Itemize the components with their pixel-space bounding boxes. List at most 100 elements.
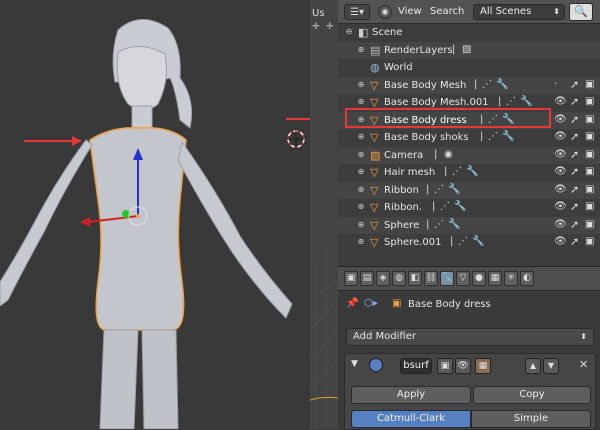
outliner-row[interactable]: ◍ World: [338, 59, 600, 77]
render-camera-icon[interactable]: ▣: [585, 184, 594, 195]
expand-toggle-icon[interactable]: ⊕: [356, 185, 366, 195]
viewport-canvas: [0, 19, 310, 429]
expand-toggle-icon[interactable]: ⊕: [356, 237, 366, 247]
expand-toggle-icon[interactable]: ⊕: [356, 45, 366, 55]
outliner-row[interactable]: ⊕ ▨ Camera | ◉ 👁 ➚ ▣: [338, 146, 600, 164]
render-camera-icon[interactable]: ▣: [585, 201, 594, 212]
expand-toggle-icon[interactable]: ⊕: [356, 132, 366, 142]
search-icon[interactable]: 🔍: [569, 3, 593, 21]
expand-toggle-icon[interactable]: ⊕: [356, 202, 366, 212]
tab-world-icon[interactable]: ◍: [392, 271, 406, 286]
render-camera-icon[interactable]: ▣: [585, 219, 594, 230]
expand-toggle-icon[interactable]: ⊕: [356, 167, 366, 177]
display-mode-icon[interactable]: ◉: [378, 5, 392, 19]
mesh-data-icon: ⋰: [458, 236, 468, 247]
tab-modifier-icon[interactable]: 🔧: [440, 271, 454, 286]
outliner-row[interactable]: ⊕ ▽ Base Body Mesh.001 | ⋰ 🔧 👁 ➚ ▣: [338, 94, 600, 112]
outliner-row[interactable]: ⊕ ▽ Sphere | ⋰ 🔧 👁 ➚ ▣: [338, 216, 600, 234]
expand-toggle-icon[interactable]: ⊕: [356, 150, 366, 160]
visibility-eye-icon[interactable]: 👁: [554, 131, 567, 142]
tab-constraint-icon[interactable]: ⛓: [424, 271, 438, 286]
pin-icon[interactable]: 📌: [346, 298, 358, 309]
outliner-row[interactable]: ⊕ ▤ RenderLayers | ▧: [338, 41, 600, 59]
select-cursor-icon[interactable]: ➚: [570, 78, 579, 91]
modifier-panel: ▼ bsurf ▣ 👁 ▦ ▲ ▼ ✕ Apply Copy Catmull-C…: [344, 353, 596, 430]
tab-render-icon[interactable]: ▣: [344, 271, 358, 286]
editor-type-button[interactable]: ☰▾: [344, 4, 370, 20]
editmode-toggle-icon[interactable]: ▦: [475, 358, 491, 374]
collapse-triangle-icon[interactable]: ▼: [351, 359, 358, 369]
render-camera-icon[interactable]: ▣: [585, 236, 594, 247]
outliner-row[interactable]: ⊕ ▽ Sphere.001 | ⋰ 🔧 👁 ➚ ▣: [338, 234, 600, 252]
render-camera-icon[interactable]: ▣: [585, 96, 594, 107]
select-cursor-icon[interactable]: ➚: [570, 95, 579, 108]
visibility-eye-icon[interactable]: 👁: [554, 184, 567, 195]
copy-button[interactable]: Copy: [473, 386, 591, 404]
render-camera-icon[interactable]: ▣: [585, 79, 594, 90]
tab-layers-icon[interactable]: ▤: [360, 271, 374, 286]
render-camera-icon[interactable]: ▣: [585, 114, 594, 125]
visibility-eye-icon[interactable]: 👁: [554, 166, 567, 177]
select-cursor-icon[interactable]: ➚: [570, 200, 579, 213]
select-cursor-icon[interactable]: ➚: [570, 148, 579, 161]
select-cursor-icon[interactable]: ➚: [570, 235, 579, 248]
gizmo-x-arrow[interactable]: [80, 217, 90, 227]
select-cursor-icon[interactable]: ➚: [570, 183, 579, 196]
render-toggle-icon[interactable]: ▣: [437, 358, 453, 374]
3d-viewport[interactable]: [0, 0, 310, 429]
modifier-name-field[interactable]: bsurf: [400, 358, 432, 374]
properties-panel[interactable]: ▣ ▤ ◈ ◍ ◧ ⛓ 🔧 ▽ ● ▦ ✳ ◐ 📌 ⬡▸ ▣ Base Body…: [338, 266, 600, 430]
tab-material-icon[interactable]: ●: [472, 271, 486, 286]
expand-toggle-icon[interactable]: ⊕: [356, 115, 366, 125]
render-camera-icon[interactable]: ▣: [585, 131, 594, 142]
visibility-eye-icon[interactable]: 👁: [554, 219, 567, 230]
simple-toggle[interactable]: Simple: [471, 410, 591, 428]
render-camera-icon[interactable]: ▣: [585, 149, 594, 160]
visibility-eye-icon[interactable]: 👁: [554, 201, 567, 212]
tab-texture-icon[interactable]: ▦: [488, 271, 502, 286]
expand-toggle-icon[interactable]: [356, 62, 366, 72]
visibility-eye-icon[interactable]: 👁: [554, 96, 567, 107]
secondary-view-strip[interactable]: Us ✛ ✛: [310, 0, 338, 429]
move-down-icon[interactable]: ▼: [543, 358, 559, 374]
outliner-row[interactable]: ⊕ ▽ Base Body dress | ⋰ 🔧 👁 ➚ ▣: [338, 111, 600, 129]
visibility-eye-icon[interactable]: 👁: [554, 149, 567, 160]
outliner-row[interactable]: ⊕ ▽ Ribbon | ⋰ 🔧 👁 ➚ ▣: [338, 181, 600, 199]
outliner-item-label: Ribbon.: [384, 202, 423, 213]
tab-object-icon[interactable]: ◧: [408, 271, 422, 286]
add-modifier-select[interactable]: Add Modifier ⬍: [346, 328, 594, 346]
visibility-eye-icon[interactable]: ·: [554, 79, 557, 90]
outliner-row[interactable]: ⊖ ◧ Scene: [338, 24, 600, 42]
menu-view[interactable]: View: [398, 6, 422, 17]
close-icon[interactable]: ✕: [579, 358, 588, 371]
outliner-row[interactable]: ⊕ ▽ Base Body Mesh | ⋰ 🔧 · ➚ ▣: [338, 76, 600, 94]
scene-filter-select[interactable]: All Scenes ⬍: [473, 4, 565, 20]
outliner-row[interactable]: ⊕ ▽ Base Body shoks | ⋰ 🔧 👁 ➚ ▣: [338, 129, 600, 147]
apply-button[interactable]: Apply: [351, 386, 471, 404]
select-cursor-icon[interactable]: ➚: [570, 113, 579, 126]
tab-data-icon[interactable]: ▽: [456, 271, 470, 286]
outliner-item-label: Ribbon: [384, 184, 419, 196]
catmull-clark-toggle[interactable]: Catmull-Clark: [351, 410, 471, 428]
render-camera-icon[interactable]: ▣: [585, 166, 594, 177]
expand-toggle-icon[interactable]: ⊕: [356, 220, 366, 230]
tab-scene-icon[interactable]: ◈: [376, 271, 390, 286]
visibility-eye-icon[interactable]: 👁: [554, 236, 567, 247]
select-cursor-icon[interactable]: ➚: [570, 218, 579, 231]
select-cursor-icon[interactable]: ➚: [570, 165, 579, 178]
expand-toggle-icon[interactable]: ⊕: [356, 80, 366, 90]
outliner-row[interactable]: ⊕ ▽ Ribbon. | ⋰ 🔧 👁 ➚ ▣: [338, 199, 600, 217]
tab-physics-icon[interactable]: ◐: [520, 271, 534, 286]
outliner-row[interactable]: ⊕ ▽ Hair mesh | ⋰ 🔧 👁 ➚ ▣: [338, 164, 600, 182]
expand-toggle-icon[interactable]: ⊖: [344, 27, 354, 37]
visibility-eye-icon[interactable]: 👁: [554, 114, 567, 125]
outliner-panel[interactable]: ☰▾ ◉ View Search All Scenes ⬍ 🔍 ⊖ ◧ Scene ⊕ ▤…: [338, 0, 600, 266]
menu-search[interactable]: Search: [430, 6, 464, 17]
renderlayers-icon: ▤: [370, 43, 381, 57]
select-cursor-icon[interactable]: ➚: [570, 130, 579, 143]
tab-particles-icon[interactable]: ✳: [504, 271, 518, 286]
viewport-eye-icon[interactable]: 👁: [455, 358, 471, 374]
move-up-icon[interactable]: ▲: [525, 358, 541, 374]
expand-toggle-icon[interactable]: ⊕: [356, 97, 366, 107]
world-icon: ◍: [370, 61, 380, 74]
